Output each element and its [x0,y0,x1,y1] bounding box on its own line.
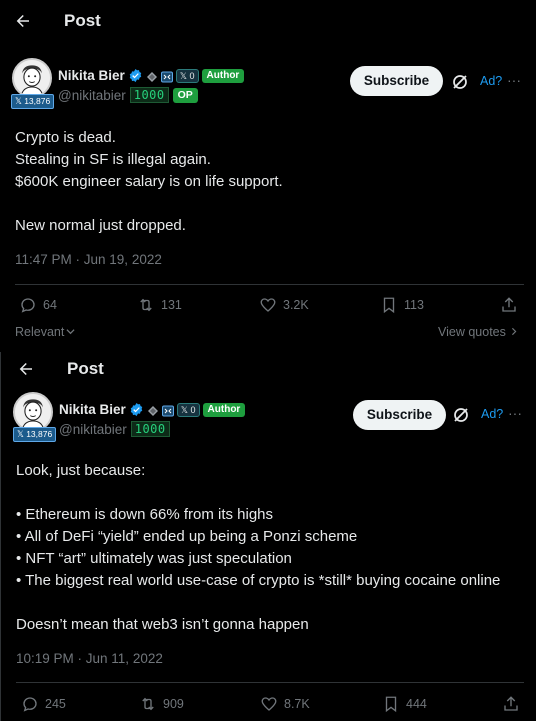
page-title: Post [67,359,104,378]
author-tag: Author [201,68,245,83]
repost-count: 909 [163,697,184,711]
post-header: Post [1,352,536,392]
author-handle-row: @nikitabier 1000 OP [58,87,198,103]
post-panel-2: Post 𝕏 13,876 Nikita Bier 𝕏 0 Author @ni… [0,352,536,721]
x-score-badge: 𝕏 0 [176,402,200,417]
view-quotes-label: View quotes [438,325,506,339]
post-body-line: • NFT “art” ultimately was just speculat… [16,550,292,567]
post-body: Look, just because: • Ethereum is down 6… [16,460,500,636]
ad-link[interactable]: Ad? [481,407,503,421]
reply-icon [21,695,39,713]
post-body-line [16,482,500,504]
score-tag: 1000 [129,87,169,103]
author-name[interactable]: Nikita Bier [59,402,126,417]
chevron-down-icon [66,325,75,339]
bookmark-count: 444 [406,697,427,711]
share-button[interactable] [500,296,518,314]
avatar[interactable] [12,58,52,98]
heart-icon [260,695,278,713]
bookmark-count: 113 [404,298,424,312]
reply-icon [19,296,37,314]
sort-dropdown[interactable]: Relevant [15,325,75,339]
follower-count-badge: 𝕏 13,876 [11,94,55,109]
sort-label: Relevant [15,325,65,339]
author-name-row: Nikita Bier 𝕏 0 Author [59,402,246,417]
post-body-line [15,193,283,215]
author-tag: Author [202,402,246,417]
post-body-line: • The biggest real world use-case of cry… [16,572,501,589]
share-button[interactable] [502,695,520,713]
post-timestamp[interactable]: 11:47 PM · Jun 19, 2022 [15,252,162,267]
grok-icon[interactable] [452,406,470,424]
reply-button[interactable]: 245 [21,695,66,713]
post-body-line: Look, just because: [16,462,146,479]
post-body-line: Stealing in SF is illegal again. [15,151,211,168]
share-icon [500,296,518,314]
score-tag: 1000 [130,421,170,437]
like-count: 8.7K [284,697,310,711]
repost-count: 131 [161,298,182,312]
back-arrow-icon[interactable] [17,360,35,382]
post-body-line: • All of DeFi “yield” ended up being a P… [16,528,358,545]
post-header: Post [0,0,536,40]
repost-button[interactable]: 131 [137,296,182,314]
repost-icon [139,695,157,713]
post-body-line: $600K engineer salary is on life support… [15,173,283,190]
post-body-line: Doesn’t mean that web3 isn’t gonna happe… [16,616,309,633]
follower-count-badge: 𝕏 13,876 [13,427,57,442]
heart-icon [259,296,277,314]
extension-icon [160,70,173,82]
author-handle[interactable]: @nikitabier [59,422,127,437]
op-tag: OP [172,87,198,103]
post-body-line: New normal just dropped. [15,217,186,234]
reply-count: 64 [43,298,57,312]
bookmark-icon [382,695,400,713]
subscribe-button[interactable]: Subscribe [350,66,443,96]
like-count: 3.2K [283,298,309,312]
like-button[interactable]: 8.7K [260,695,310,713]
post-body-line: • Ethereum is down 66% from its highs [16,506,274,523]
post-body-line: Crypto is dead. [15,129,116,146]
bookmark-icon [380,296,398,314]
author-name-row: Nikita Bier 𝕏 0 Author [58,68,245,83]
share-icon [502,695,520,713]
repost-icon [137,296,155,314]
more-options-icon[interactable]: ··· [507,72,521,88]
extension-icon [161,404,174,416]
bookmark-button[interactable]: 113 [380,296,424,314]
post-timestamp[interactable]: 10:19 PM · Jun 11, 2022 [16,651,163,666]
page-title: Post [64,11,101,30]
post-body: Crypto is dead. Stealing in SF is illega… [15,127,283,237]
grok-icon[interactable] [451,73,469,91]
more-options-icon[interactable]: ··· [508,405,522,421]
view-quotes-link[interactable]: View quotes [438,325,518,339]
like-button[interactable]: 3.2K [259,296,309,314]
author-handle-row: @nikitabier 1000 [59,421,170,437]
author-name[interactable]: Nikita Bier [58,68,125,83]
divider [15,284,524,285]
author-handle[interactable]: @nikitabier [58,88,126,103]
post-body-line [16,592,500,614]
reply-count: 245 [45,697,66,711]
chevron-right-icon [510,325,518,339]
ad-link[interactable]: Ad? [480,74,502,88]
bookmark-button[interactable]: 444 [382,695,427,713]
diamond-icon [147,404,159,416]
subscribe-button[interactable]: Subscribe [353,400,446,430]
reply-button[interactable]: 64 [19,296,57,314]
diamond-icon [146,70,158,82]
back-arrow-icon[interactable] [14,12,32,34]
verified-badge-icon[interactable] [128,68,143,83]
x-score-badge: 𝕏 0 [175,68,199,83]
verified-badge-icon[interactable] [129,402,144,417]
avatar[interactable] [13,392,53,432]
repost-button[interactable]: 909 [139,695,184,713]
post-panel-1: Post 𝕏 13,876 Nikita Bier 𝕏 0 Author @ni… [0,0,536,352]
divider [16,682,524,683]
